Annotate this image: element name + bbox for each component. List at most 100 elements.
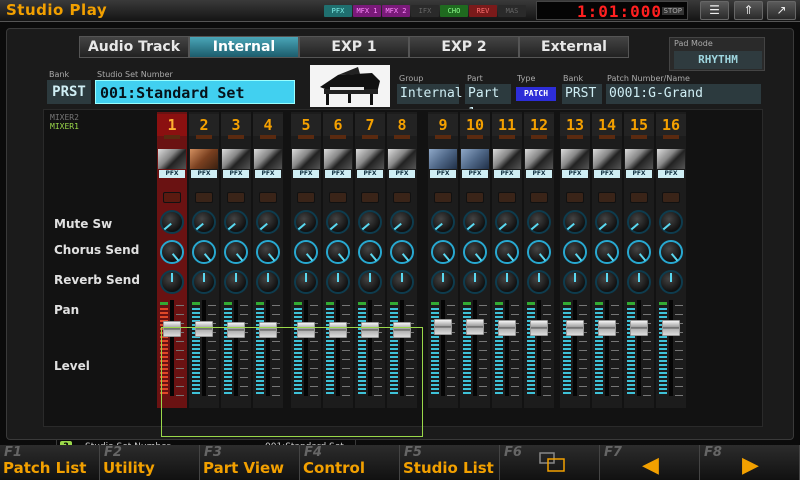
reverb-send-knob[interactable] — [390, 240, 414, 264]
tab-audio-track[interactable]: Audio Track — [79, 36, 189, 58]
channel-number[interactable]: 16 — [656, 114, 686, 136]
function-key-f2[interactable]: F2 Utility — [100, 445, 200, 480]
group-value[interactable]: Internal — [397, 84, 463, 104]
chorus-send-knob[interactable] — [431, 210, 455, 234]
level-fader[interactable] — [498, 320, 516, 336]
level-fader[interactable] — [195, 321, 213, 337]
level-fader[interactable] — [329, 322, 347, 338]
chorus-send-knob[interactable] — [294, 210, 318, 234]
channel-strip-11[interactable]: 11 PFX — [492, 112, 522, 408]
mute-switch[interactable] — [297, 192, 315, 203]
fx-chip-ifx[interactable]: IFX — [411, 5, 439, 17]
reverb-send-knob[interactable] — [256, 240, 280, 264]
mute-switch[interactable] — [662, 192, 680, 203]
mixer1-label[interactable]: MIXER1 — [50, 122, 79, 131]
chorus-send-knob[interactable] — [358, 210, 382, 234]
function-key-f8[interactable]: F8 ▶ — [700, 445, 800, 480]
channel-strip-8[interactable]: 8 PFX — [387, 112, 417, 408]
channel-strip-10[interactable]: 10 PFX — [460, 112, 490, 408]
reverb-send-knob[interactable] — [563, 240, 587, 264]
chorus-send-knob[interactable] — [160, 210, 184, 234]
pfx-badge[interactable]: PFX — [594, 170, 620, 178]
fx-chip-mfx1[interactable]: MFX 1 — [353, 5, 381, 17]
chorus-send-knob[interactable] — [659, 210, 683, 234]
function-key-f6[interactable]: F6 — [500, 445, 600, 480]
level-fader[interactable] — [259, 322, 277, 338]
channel-number[interactable]: 4 — [253, 114, 283, 136]
reverb-send-knob[interactable] — [627, 240, 651, 264]
pan-knob[interactable] — [390, 270, 414, 294]
pfx-badge[interactable]: PFX — [191, 170, 217, 178]
pfx-badge[interactable]: PFX — [494, 170, 520, 178]
pfx-badge[interactable]: PFX — [526, 170, 552, 178]
tab-internal[interactable]: Internal — [189, 36, 299, 58]
channel-number[interactable]: 1 — [157, 114, 187, 136]
channel-number[interactable]: 15 — [624, 114, 654, 136]
chorus-send-knob[interactable] — [326, 210, 350, 234]
reverb-send-knob[interactable] — [224, 240, 248, 264]
level-fader[interactable] — [163, 321, 181, 337]
chorus-send-knob[interactable] — [563, 210, 587, 234]
chorus-send-knob[interactable] — [224, 210, 248, 234]
channel-number[interactable]: 7 — [355, 114, 385, 136]
chorus-send-knob[interactable] — [495, 210, 519, 234]
pfx-badge[interactable]: PFX — [562, 170, 588, 178]
reverb-send-knob[interactable] — [659, 240, 683, 264]
tab-exp-1[interactable]: EXP 1 — [299, 36, 409, 58]
function-key-f1[interactable]: F1 Patch List — [0, 445, 100, 480]
pan-knob[interactable] — [627, 270, 651, 294]
reverb-send-knob[interactable] — [431, 240, 455, 264]
mute-switch[interactable] — [361, 192, 379, 203]
mute-switch[interactable] — [630, 192, 648, 203]
chorus-send-knob[interactable] — [463, 210, 487, 234]
chorus-send-knob[interactable] — [627, 210, 651, 234]
reverb-send-knob[interactable] — [495, 240, 519, 264]
level-fader[interactable] — [630, 320, 648, 336]
channel-strip-15[interactable]: 15 PFX — [624, 112, 654, 408]
type-badge[interactable]: PATCH — [516, 87, 556, 101]
level-fader[interactable] — [598, 320, 616, 336]
reverb-send-knob[interactable] — [358, 240, 382, 264]
mute-switch[interactable] — [163, 192, 181, 203]
menu-button[interactable]: ☰ — [700, 1, 729, 20]
mute-switch[interactable] — [259, 192, 277, 203]
fx-chip-mas[interactable]: MAS — [498, 5, 526, 17]
channel-strip-7[interactable]: 7 PFX — [355, 112, 385, 408]
mixer2-label[interactable]: MIXER2 — [50, 113, 79, 122]
pan-knob[interactable] — [659, 270, 683, 294]
chorus-send-knob[interactable] — [527, 210, 551, 234]
reverb-send-knob[interactable] — [294, 240, 318, 264]
reverb-send-knob[interactable] — [463, 240, 487, 264]
chorus-send-knob[interactable] — [192, 210, 216, 234]
pan-knob[interactable] — [431, 270, 455, 294]
channel-strip-12[interactable]: 12 PFX — [524, 112, 554, 408]
mute-switch[interactable] — [434, 192, 452, 203]
reverb-send-knob[interactable] — [160, 240, 184, 264]
pfx-badge[interactable]: PFX — [255, 170, 281, 178]
reverb-send-knob[interactable] — [326, 240, 350, 264]
mute-switch[interactable] — [498, 192, 516, 203]
pfx-badge[interactable]: PFX — [626, 170, 652, 178]
function-key-f4[interactable]: F4 Control — [300, 445, 400, 480]
mute-switch[interactable] — [329, 192, 347, 203]
pan-knob[interactable] — [358, 270, 382, 294]
channel-number[interactable]: 9 — [428, 114, 458, 136]
level-fader[interactable] — [566, 320, 584, 336]
pfx-badge[interactable]: PFX — [658, 170, 684, 178]
mute-switch[interactable] — [227, 192, 245, 203]
channel-number[interactable]: 12 — [524, 114, 554, 136]
reverb-send-knob[interactable] — [192, 240, 216, 264]
pan-knob[interactable] — [294, 270, 318, 294]
channel-strip-3[interactable]: 3 PFX — [221, 112, 251, 408]
mute-switch[interactable] — [598, 192, 616, 203]
function-key-f5[interactable]: F5 Studio List — [400, 445, 500, 480]
mute-switch[interactable] — [195, 192, 213, 203]
channel-number[interactable]: 3 — [221, 114, 251, 136]
function-key-f3[interactable]: F3 Part View — [200, 445, 300, 480]
level-fader[interactable] — [361, 322, 379, 338]
level-fader[interactable] — [227, 322, 245, 338]
chorus-send-knob[interactable] — [256, 210, 280, 234]
channel-number[interactable]: 5 — [291, 114, 321, 136]
pan-knob[interactable] — [224, 270, 248, 294]
level-fader[interactable] — [393, 322, 411, 338]
